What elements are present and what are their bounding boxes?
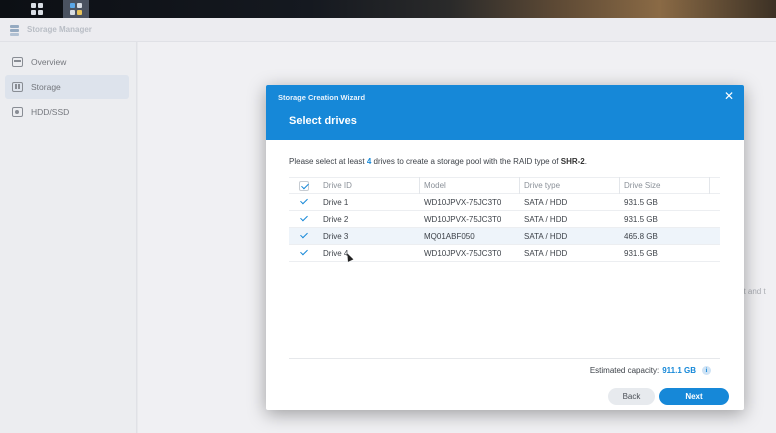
table-header: Drive ID Model Drive type Drive Size	[289, 177, 720, 194]
cell-drive-id: Drive 2	[323, 214, 349, 224]
cell-drive-type: SATA / HDD	[524, 214, 568, 224]
cell-drive-id: Drive 4	[323, 248, 349, 258]
cell-drive-type: SATA / HDD	[524, 197, 568, 207]
cell-model: WD10JPVX-75JC3T0	[424, 197, 502, 207]
cell-model: WD10JPVX-75JC3T0	[424, 214, 502, 224]
column-header-drive-type[interactable]: Drive type	[520, 177, 620, 194]
cell-drive-id: Drive 1	[323, 197, 349, 207]
table-row[interactable]: Drive 2 WD10JPVX-75JC3T0 SATA / HDD 931.…	[289, 211, 720, 228]
instruction-suffix: .	[584, 157, 587, 166]
storage-creation-wizard-dialog: Storage Creation Wizard ✕ Select drives …	[266, 85, 744, 410]
cell-drive-id: Drive 3	[323, 231, 349, 241]
estimated-capacity-label: Estimated capacity:	[589, 366, 660, 375]
cell-model: WD10JPVX-75JC3T0	[424, 248, 502, 258]
taskbar	[0, 0, 776, 18]
footer-divider	[289, 358, 720, 359]
main-menu-grid-icon	[31, 3, 43, 15]
cell-drive-size: 931.5 GB	[624, 248, 658, 258]
next-button[interactable]: Next	[659, 388, 729, 405]
drive-table: Drive ID Model Drive type Drive Size Dri…	[289, 177, 720, 262]
info-icon[interactable]: i	[702, 366, 711, 375]
cell-model: MQ01ABF050	[424, 231, 475, 241]
cell-drive-size: 931.5 GB	[624, 197, 658, 207]
cell-drive-type: SATA / HDD	[524, 248, 568, 258]
row-checkbox[interactable]	[299, 197, 309, 207]
row-checkbox[interactable]	[299, 248, 309, 258]
step-title: Select drives	[289, 115, 357, 127]
column-header-drive-size[interactable]: Drive Size	[620, 177, 710, 194]
column-header-model[interactable]: Model	[420, 177, 520, 194]
estimated-capacity: Estimated capacity: 911.1 GB i	[590, 366, 711, 375]
estimated-capacity-value: 911.1 GB	[662, 366, 696, 375]
main-menu-button[interactable]	[24, 0, 50, 18]
table-row[interactable]: Drive 1 WD10JPVX-75JC3T0 SATA / HDD 931.…	[289, 194, 720, 211]
raid-type: SHR-2	[560, 157, 585, 166]
table-row[interactable]: Drive 4 WD10JPVX-75JC3T0 SATA / HDD 931.…	[289, 245, 720, 262]
back-button[interactable]: Back	[608, 388, 655, 405]
storage-manager-taskbar-button[interactable]	[63, 0, 89, 18]
table-row[interactable]: Drive 3 MQ01ABF050 SATA / HDD 465.8 GB	[289, 228, 720, 245]
row-checkbox[interactable]	[299, 231, 309, 241]
cell-drive-size: 465.8 GB	[624, 231, 658, 241]
instruction-middle: drives to create a storage pool with the…	[373, 157, 559, 166]
cell-drive-size: 931.5 GB	[624, 214, 658, 224]
min-drive-count: 4	[366, 157, 372, 166]
column-header-drive-id[interactable]: Drive ID	[319, 177, 420, 194]
dialog-title: Storage Creation Wizard	[278, 93, 366, 102]
select-all-checkbox[interactable]	[299, 180, 309, 191]
cell-drive-type: SATA / HDD	[524, 231, 568, 241]
close-icon[interactable]: ✕	[724, 89, 734, 103]
dialog-header: Storage Creation Wizard ✕ Select drives	[266, 85, 744, 140]
instruction-prefix: Please select at least	[289, 157, 365, 166]
row-checkbox[interactable]	[299, 214, 309, 224]
storage-manager-app-icon	[70, 3, 82, 15]
instruction-text: Please select at least 4 drives to creat…	[289, 157, 587, 166]
